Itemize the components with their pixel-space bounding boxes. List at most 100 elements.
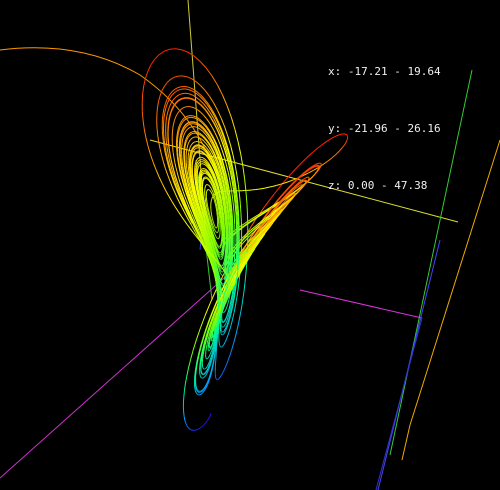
trajectory-segment [188, 428, 191, 430]
trajectory-segment [207, 177, 209, 179]
trajectory-segment [202, 204, 204, 207]
trajectory-segment [209, 229, 211, 232]
trajectory-segment [198, 199, 200, 203]
trajectory-segment [161, 155, 164, 163]
trajectory-segment [231, 319, 233, 323]
trajectory-segment [195, 187, 198, 191]
trajectory-segment [186, 117, 190, 119]
trajectory-segment [217, 230, 219, 232]
box-edge-lower-right [401, 424, 411, 461]
trajectory-segment [209, 181, 212, 183]
trajectory-segment [206, 225, 209, 228]
trajectory-segment [208, 229, 210, 232]
trajectory-segment [210, 238, 213, 241]
trajectory-segment [234, 164, 238, 175]
trajectory-segment [181, 121, 184, 124]
trajectory-segment [202, 214, 205, 218]
trajectory-segment [200, 147, 202, 150]
trajectory-segment [188, 148, 191, 151]
trajectory-segment [195, 96, 201, 101]
trajectory-segment [238, 193, 241, 204]
trajectory-segment [203, 215, 206, 218]
trajectory-segment [202, 159, 205, 161]
trajectory-segment [264, 186, 269, 189]
trajectory-segment [203, 161, 206, 164]
trajectory-segment [226, 335, 229, 338]
trajectory-segment [205, 218, 208, 221]
trajectory-segment [209, 232, 211, 236]
trajectory-segment [196, 390, 198, 392]
trajectory-segment [208, 355, 210, 358]
trajectory-segment [236, 174, 239, 185]
trajectory-segment [227, 316, 229, 319]
trajectory-segment [202, 389, 205, 391]
trajectory-segment [203, 208, 205, 211]
trajectory-segment [197, 164, 199, 166]
trajectory-segment [227, 333, 229, 336]
trajectory-segment [171, 98, 175, 103]
trajectory-segment [236, 210, 238, 218]
plot-viewport[interactable]: x: -17.21 - 19.64 y: -21.96 - 26.16 z: 0… [0, 0, 500, 490]
trajectory-segment [211, 237, 213, 239]
trajectory-segment [213, 102, 219, 111]
trajectory-segment [209, 230, 211, 233]
trajectory-segment [183, 390, 185, 397]
trajectory-segment [197, 136, 200, 139]
trajectory-segment [228, 329, 231, 333]
trajectory-segment [216, 185, 218, 189]
trajectory-segment [197, 159, 200, 163]
trajectory-segment [183, 132, 186, 136]
trajectory-segment [201, 172, 205, 176]
trajectory-segment [222, 344, 224, 347]
trajectory-segment [228, 261, 231, 264]
trajectory-segment [223, 325, 225, 328]
trajectory-segment [210, 240, 212, 243]
trajectory-segment [179, 202, 183, 209]
trajectory-segment [212, 243, 214, 245]
trajectory-segment [210, 179, 213, 182]
trajectory-segment [176, 131, 179, 136]
trajectory-segment [178, 128, 180, 133]
trajectory-segment [209, 236, 211, 240]
trajectory-segment [178, 93, 183, 96]
trajectory-segment [224, 126, 229, 137]
trajectory-segment [234, 305, 237, 310]
trajectory-segment [188, 182, 191, 187]
trajectory-segment [191, 153, 193, 156]
trajectory-segment [200, 150, 203, 153]
trajectory-segment [206, 189, 209, 192]
trajectory-segment [225, 339, 227, 342]
trajectory-segment [205, 219, 207, 222]
trajectory-segment [214, 254, 216, 257]
trajectory-segment [176, 156, 179, 162]
trajectory-segment [204, 160, 207, 163]
trajectory-segment [186, 168, 188, 173]
trajectory-segment [204, 158, 207, 161]
trajectory-segment [184, 130, 187, 133]
trajectory-segment [217, 110, 222, 119]
trajectory-segment [222, 262, 225, 266]
trajectory-segment [230, 322, 233, 326]
trajectory-segment [201, 209, 203, 213]
trajectory-segment [188, 179, 190, 183]
trajectory-segment [197, 165, 200, 168]
trajectory-segment [200, 85, 206, 91]
trajectory-segment [227, 331, 230, 335]
trajectory-segment [201, 392, 203, 394]
trajectory-segment [232, 154, 236, 165]
trajectory-segment [188, 93, 193, 96]
trajectory-segment [200, 198, 203, 201]
trajectory-segment [230, 303, 233, 307]
trajectory-segment [202, 424, 204, 427]
trajectory-segment [202, 149, 205, 152]
trajectory-segment [227, 314, 230, 317]
trajectory-segment [195, 81, 201, 86]
trajectory-segment [188, 358, 192, 369]
trajectory-segment [309, 176, 313, 180]
trajectory-segment [186, 425, 188, 427]
trajectory-segment [217, 185, 220, 190]
trajectory-segment [176, 197, 181, 204]
trajectory-segment [204, 217, 207, 220]
trajectory-segment [202, 210, 205, 214]
trajectory-segment [167, 106, 171, 111]
